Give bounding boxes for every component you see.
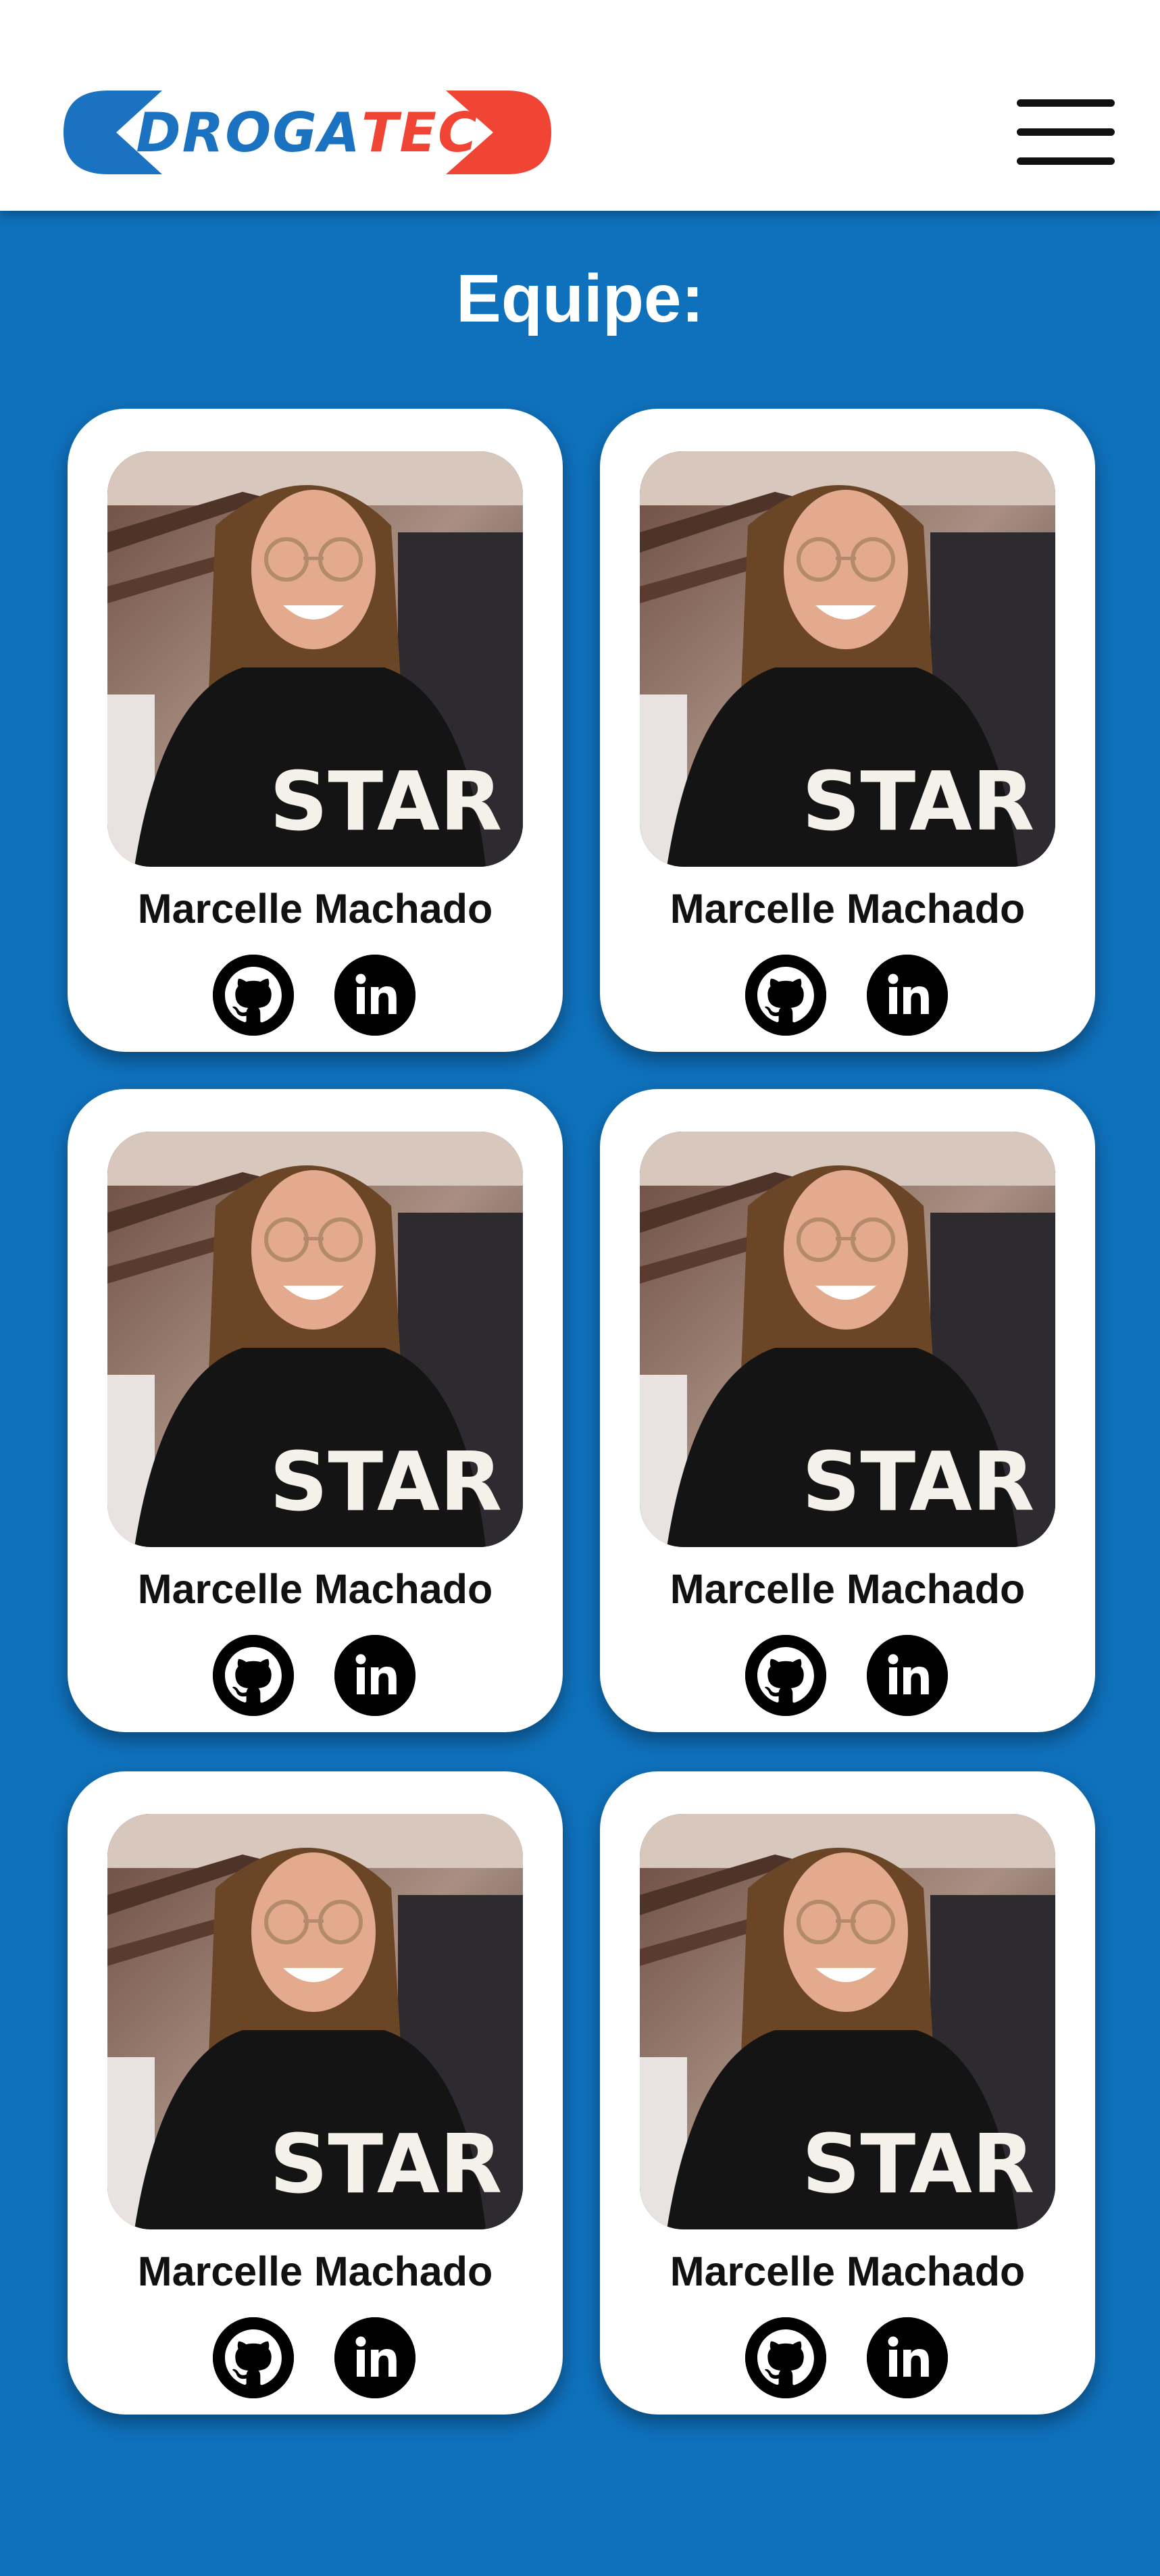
member-photo: STAR — [640, 1814, 1055, 2229]
member-name: Marcelle Machado — [137, 886, 493, 932]
github-icon[interactable] — [213, 1635, 294, 1716]
svg-text:STAR: STAR — [270, 1436, 502, 1530]
svg-text:STAR: STAR — [802, 755, 1034, 849]
team-member-card: STAR Marcelle Machado — [68, 1771, 563, 2415]
hamburger-menu-icon[interactable] — [1017, 95, 1115, 169]
linkedin-icon[interactable] — [867, 955, 948, 1036]
member-photo: STAR — [107, 451, 523, 867]
logo-wordmark: DROGA TEC — [136, 101, 479, 164]
svg-text:STAR: STAR — [270, 755, 502, 849]
member-photo: STAR — [640, 1132, 1055, 1547]
github-icon[interactable] — [213, 2317, 294, 2398]
linkedin-icon[interactable] — [334, 1635, 415, 1716]
github-icon[interactable] — [745, 1635, 826, 1716]
team-member-card: STAR Marcelle Machado — [600, 409, 1095, 1052]
member-name: Marcelle Machado — [137, 1566, 493, 1612]
drogatec-logo[interactable]: DROGA TEC — [61, 88, 554, 177]
svg-text:STAR: STAR — [270, 2118, 502, 2212]
page-title: Equipe: — [456, 261, 704, 336]
linkedin-icon[interactable] — [334, 955, 415, 1036]
member-name: Marcelle Machado — [670, 886, 1026, 932]
member-name: Marcelle Machado — [670, 1566, 1026, 1612]
member-photo: STAR — [107, 1132, 523, 1547]
team-member-card: STAR Marcelle Machado — [600, 1771, 1095, 2415]
member-name: Marcelle Machado — [137, 2248, 493, 2294]
linkedin-icon[interactable] — [867, 2317, 948, 2398]
svg-text:STAR: STAR — [802, 2118, 1034, 2212]
github-icon[interactable] — [745, 2317, 826, 2398]
team-member-card: STAR Marcelle Machado — [600, 1089, 1095, 1732]
linkedin-icon[interactable] — [334, 2317, 415, 2398]
github-icon[interactable] — [745, 955, 826, 1036]
member-photo: STAR — [640, 451, 1055, 867]
linkedin-icon[interactable] — [867, 1635, 948, 1716]
team-member-card: STAR Marcelle Machado — [68, 409, 563, 1052]
team-member-card: STAR Marcelle Machado — [68, 1089, 563, 1732]
svg-text:STAR: STAR — [802, 1436, 1034, 1530]
github-icon[interactable] — [213, 955, 294, 1036]
member-name: Marcelle Machado — [670, 2248, 1026, 2294]
member-photo: STAR — [107, 1814, 523, 2229]
site-header: DROGA TEC — [0, 0, 1160, 211]
